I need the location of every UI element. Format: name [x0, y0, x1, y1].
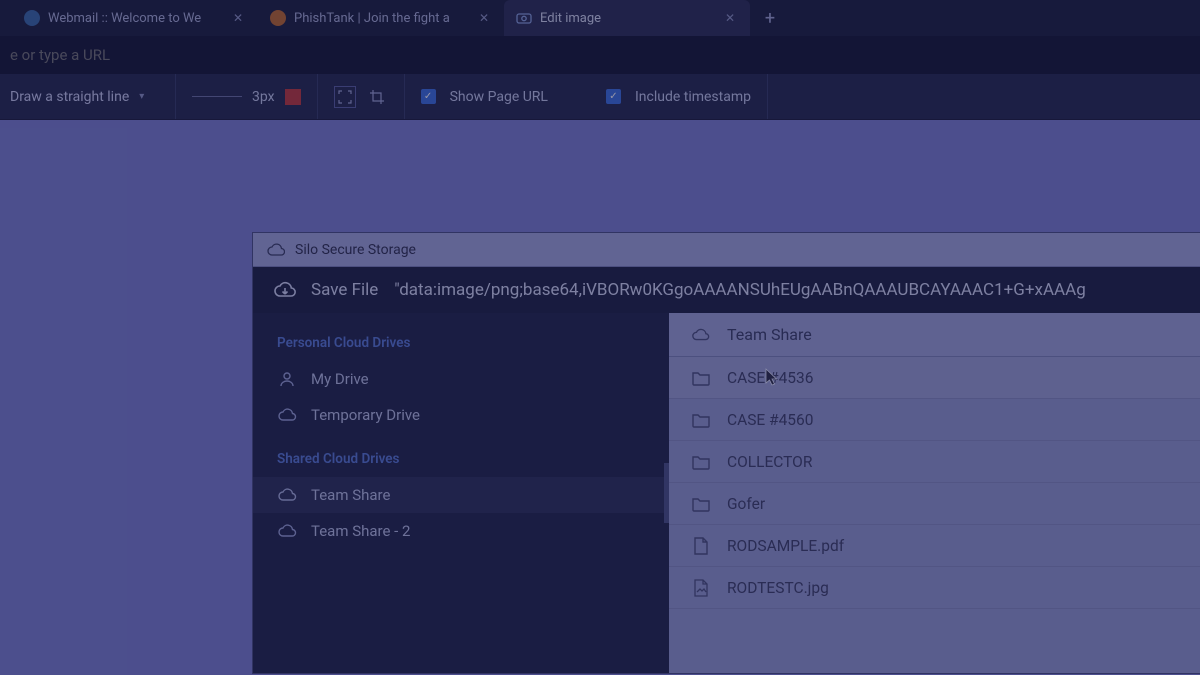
sidebar-item-label: My Drive — [311, 370, 369, 388]
sidebar-item-team-share-2[interactable]: Team Share - 2 — [253, 513, 669, 549]
tab-title: PhishTank | Join the fight a — [294, 11, 468, 26]
cloud-icon — [277, 485, 297, 505]
sidebar-item-label: Team Share — [311, 486, 390, 504]
close-icon[interactable]: ✕ — [230, 10, 246, 26]
file-name: Gofer — [727, 495, 765, 513]
drives-sidebar: Personal Cloud Drives My Drive Temporary… — [253, 313, 669, 673]
file-name: COLLECTOR — [727, 453, 812, 471]
favicon-icon — [270, 10, 286, 26]
folder-icon — [691, 368, 711, 388]
browser-tab[interactable]: PhishTank | Join the fight a ✕ — [258, 0, 504, 36]
favicon-icon — [24, 10, 40, 26]
file-row[interactable]: RODTESTC.jpg — [669, 567, 1200, 609]
editor-toolbar: Draw a straight line ▾ 3px ✓ Show Page U… — [0, 74, 1200, 120]
cloud-icon — [267, 243, 285, 257]
line-tool-select[interactable]: Draw a straight line ▾ — [0, 74, 176, 119]
color-swatch[interactable] — [285, 89, 301, 105]
url-input[interactable] — [10, 46, 1190, 64]
file-name: CASE #4560 — [727, 411, 813, 429]
options-group: ✓ Show Page URL ✓ Include timestamp — [405, 74, 768, 119]
file-icon — [691, 536, 711, 556]
person-icon — [277, 369, 297, 389]
file-list: Team Share CASE #4536 CASE #4560 COLLECT… — [669, 313, 1200, 673]
cloud-download-icon — [273, 279, 295, 301]
sidebar-item-label: Team Share - 2 — [311, 522, 410, 540]
stroke-width-value[interactable]: 3px — [252, 89, 275, 105]
crop-group — [318, 74, 405, 119]
image-file-icon — [691, 578, 711, 598]
cursor-icon — [763, 367, 781, 389]
include-timestamp-label: Include timestamp — [635, 89, 751, 105]
show-url-label: Show Page URL — [450, 89, 548, 105]
sidebar-item-team-share[interactable]: Team Share — [253, 477, 669, 513]
shared-drives-header: Shared Cloud Drives — [253, 447, 669, 477]
stroke-group: 3px — [176, 74, 318, 119]
folder-icon — [691, 494, 711, 514]
fullscreen-icon[interactable] — [334, 86, 356, 108]
file-name: RODTESTC.jpg — [727, 579, 829, 597]
cloud-icon — [691, 325, 711, 345]
cloud-icon — [277, 521, 297, 541]
save-banner: Save File "data:image/png;base64,iVBORw0… — [253, 267, 1200, 313]
breadcrumb[interactable]: Team Share — [669, 313, 1200, 357]
tab-title: Webmail :: Welcome to We — [48, 11, 222, 26]
file-name: RODSAMPLE.pdf — [727, 537, 844, 555]
save-filename: "data:image/png;base64,iVBORw0KGgoAAAANS… — [394, 280, 1086, 300]
folder-icon — [691, 410, 711, 430]
dialog-title: Silo Secure Storage — [295, 242, 416, 258]
breadcrumb-label: Team Share — [727, 325, 812, 344]
file-row[interactable]: COLLECTOR — [669, 441, 1200, 483]
storage-dialog: Silo Secure Storage — Save File "data:im… — [252, 232, 1200, 674]
chevron-down-icon: ▾ — [139, 91, 144, 102]
show-url-checkbox[interactable]: ✓ — [421, 89, 436, 104]
tab-title: Edit image — [540, 11, 714, 26]
file-row[interactable]: RODSAMPLE.pdf — [669, 525, 1200, 567]
sidebar-item-my-drive[interactable]: My Drive — [253, 361, 669, 397]
close-icon[interactable]: ✕ — [476, 10, 492, 26]
url-bar — [0, 36, 1200, 74]
file-row[interactable]: CASE #4536 — [669, 357, 1200, 399]
save-label: Save File — [311, 280, 378, 300]
include-timestamp-checkbox[interactable]: ✓ — [606, 89, 621, 104]
new-tab-button[interactable]: + — [756, 4, 784, 32]
crop-icon[interactable] — [366, 86, 388, 108]
folder-icon — [691, 452, 711, 472]
dialog-titlebar[interactable]: Silo Secure Storage — — [253, 233, 1200, 267]
browser-tab-strip: Webmail :: Welcome to We ✕ PhishTank | J… — [0, 0, 1200, 36]
sidebar-item-temp-drive[interactable]: Temporary Drive — [253, 397, 669, 433]
stroke-preview — [192, 96, 242, 97]
close-icon[interactable]: ✕ — [722, 10, 738, 26]
browser-tab[interactable]: Edit image ✕ — [504, 0, 750, 36]
browser-tab[interactable]: Webmail :: Welcome to We ✕ — [12, 0, 258, 36]
line-tool-label: Draw a straight line — [10, 89, 129, 105]
cloud-icon — [277, 405, 297, 425]
personal-drives-header: Personal Cloud Drives — [253, 331, 669, 361]
camera-icon — [516, 10, 532, 26]
file-row[interactable]: CASE #4560 — [669, 399, 1200, 441]
sidebar-item-label: Temporary Drive — [311, 406, 420, 424]
file-row[interactable]: Gofer — [669, 483, 1200, 525]
